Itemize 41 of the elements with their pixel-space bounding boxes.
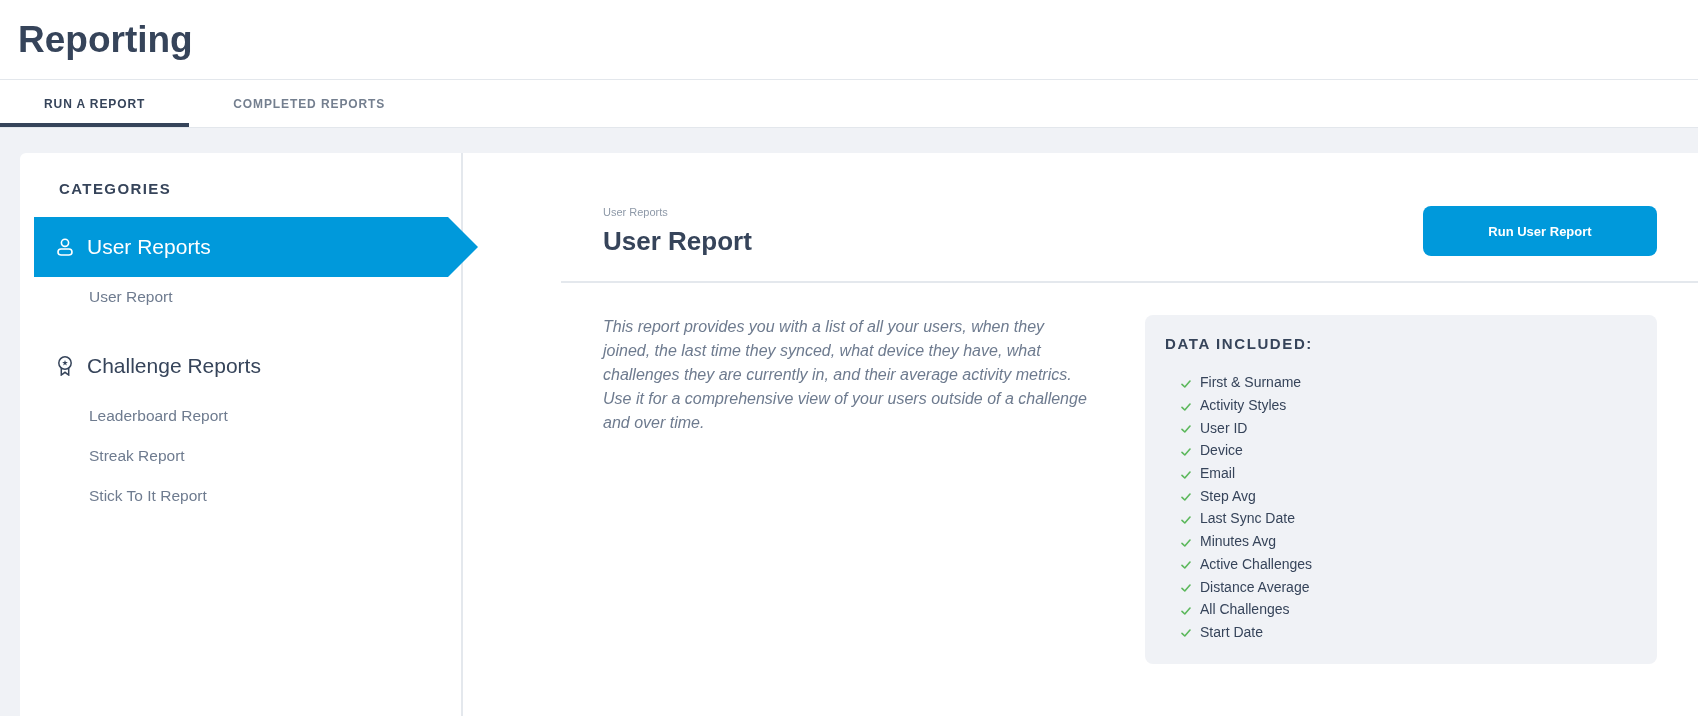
check-icon (1181, 402, 1191, 411)
check-icon (1181, 470, 1191, 479)
data-field-label: Last Sync Date (1200, 510, 1295, 527)
data-field-label: Email (1200, 465, 1235, 482)
check-icon (1181, 538, 1191, 547)
data-field-label: User ID (1200, 419, 1248, 436)
check-icon (1181, 561, 1191, 570)
check-icon (1181, 515, 1191, 524)
categories-heading: CATEGORIES (59, 179, 173, 199)
check-icon (1181, 584, 1191, 593)
check-icon (1181, 425, 1191, 434)
page-title: Reporting (18, 17, 193, 62)
check-icon (1181, 379, 1191, 388)
person-icon (57, 238, 73, 256)
check-icon (1181, 447, 1191, 456)
report-link[interactable]: Stick To It Report (89, 476, 207, 516)
category-item[interactable]: Challenge Reports (34, 336, 478, 396)
data-field-label: Activity Styles (1200, 397, 1287, 414)
run-report-button[interactable]: Run User Report (1423, 206, 1657, 256)
check-icon (1181, 493, 1191, 502)
category-item[interactable]: User Reports (34, 217, 478, 277)
data-included-heading: DATA INCLUDED: (1165, 334, 1314, 354)
check-icon (1181, 629, 1191, 638)
tab[interactable]: COMPLETED REPORTS (189, 80, 430, 127)
breadcrumb: User Reports (603, 206, 668, 219)
data-field-label: Distance Average (1200, 578, 1310, 595)
tab[interactable]: RUN A REPORT (0, 80, 190, 127)
report-description: This report provides you with a list of all your users, when they joined, the last time they synced, what device they have, what challenges they are currently in, and their average activity metrics. Use it for a comprehensive view of your users outside of a challenge and over time. (603, 317, 1088, 433)
data-field-label: Step Avg (1200, 487, 1256, 504)
report-link[interactable]: Leaderboard Report (89, 396, 228, 436)
data-field-label: First & Surname (1200, 374, 1302, 391)
report-link[interactable]: User Report (89, 277, 173, 317)
report-link[interactable]: Streak Report (89, 436, 185, 476)
report-title: User Report (603, 226, 752, 256)
data-field-label: All Challenges (1200, 601, 1290, 618)
check-icon (1181, 606, 1191, 615)
award-ribbon-icon (57, 356, 73, 376)
data-field-label: Minutes Avg (1200, 533, 1276, 550)
data-field-label: Active Challenges (1200, 555, 1313, 572)
data-field-label: Start Date (1200, 623, 1264, 640)
data-field-label: Device (1200, 442, 1243, 459)
